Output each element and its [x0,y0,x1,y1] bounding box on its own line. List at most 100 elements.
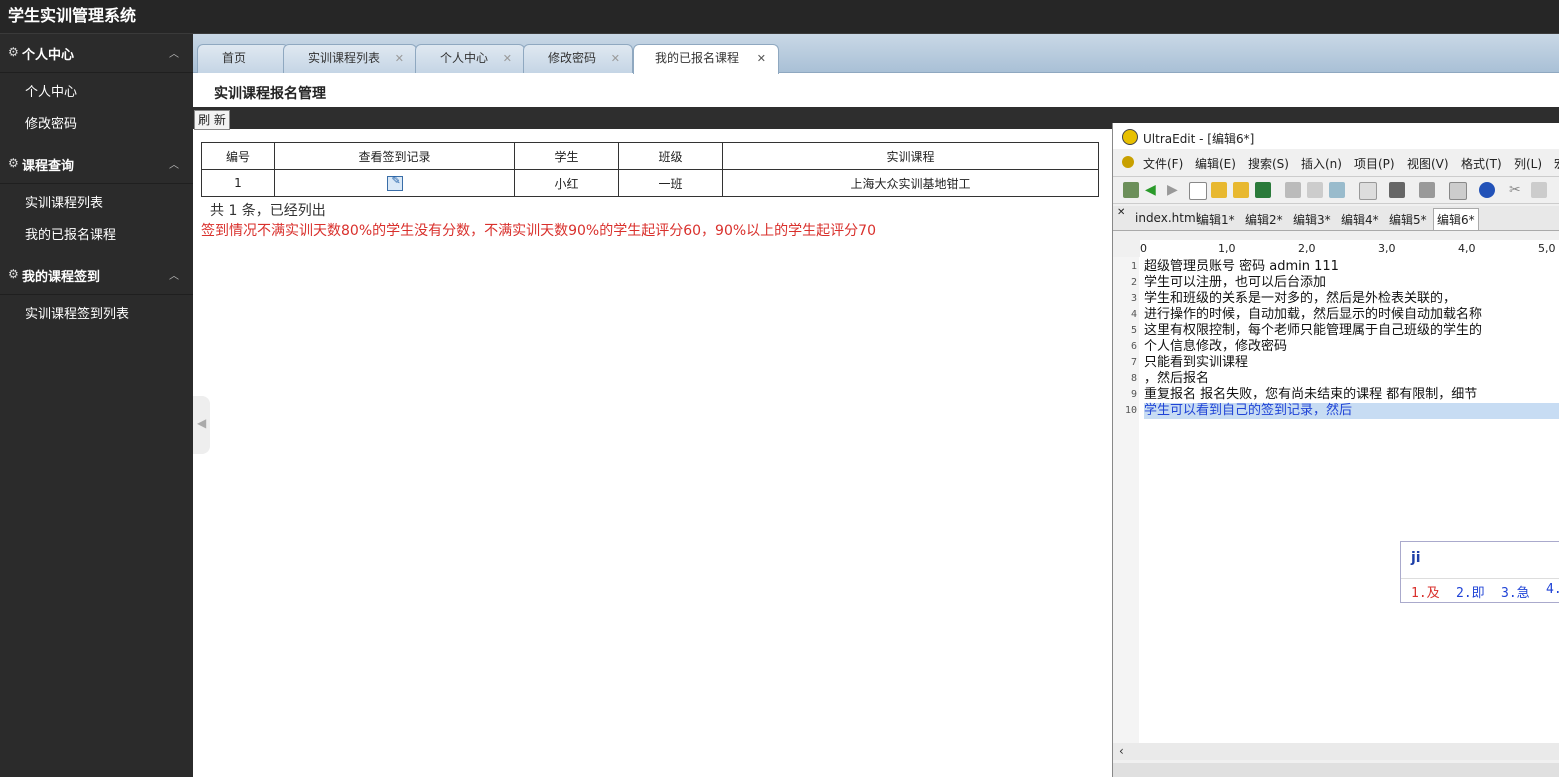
column-header[interactable]: 学生 [514,142,619,170]
cell-course: 上海大众实训基地钳工 [722,169,1099,197]
sidebar-item-checkin-list[interactable]: 实训课程签到列表 [0,299,193,331]
close-icon[interactable]: ✕ [1117,207,1125,218]
line-number: 9 [1130,389,1137,400]
horizontal-scrollbar[interactable]: ‹ [1113,743,1559,760]
sidebar-group-course-query: 实训课程列表 我的已报名课程 [0,184,193,256]
sidebar-section-course-query[interactable]: ⚙ 课程查询 ︿ [0,145,193,184]
sidebar-section-label: 我的课程签到 [22,270,101,285]
copy-icon[interactable] [1531,182,1547,198]
tab-home[interactable]: 首页 [197,44,289,73]
close-icon[interactable]: ✕ [395,45,404,72]
scoring-notice: 签到情况不满实训天数80%的学生没有分数，不满实训天数90%的学生起评分60，9… [201,223,876,239]
sidebar-item-course-list[interactable]: 实训课程列表 [0,188,193,220]
code-line[interactable]: 这里有权限控制，每个老师只能管理属于自己班级的学生的 [1144,323,1482,339]
menu-format[interactable]: 格式(T) [1461,155,1502,172]
menu-insert[interactable]: 插入(n) [1301,155,1342,172]
chevron-up-icon[interactable]: ︿ [169,156,179,171]
chevron-up-icon[interactable]: ︿ [169,45,179,60]
ime-candidate[interactable]: 4. [1546,582,1559,597]
menu-search[interactable]: 搜索(S) [1248,155,1289,172]
gear-icon: ⚙ [8,45,19,59]
cut-icon[interactable]: ✂ [1509,182,1525,198]
file-tab-active[interactable]: 编辑6* [1433,208,1479,230]
sidebar-item-change-password[interactable]: 修改密码 [0,109,193,141]
globe-icon[interactable] [1479,182,1495,198]
code-line[interactable]: 只能看到实训课程 [1144,355,1248,371]
code-line[interactable]: 进行操作的时候，自动加载，然后显示的时候自动加载名称 [1144,307,1482,323]
sidebar-section-checkin[interactable]: ⚙ 我的课程签到 ︿ [0,256,193,295]
back-icon[interactable]: ◀ [1145,182,1161,198]
code-line[interactable]: ，然后报名 [1144,371,1209,387]
spreadsheet-icon[interactable] [1329,182,1345,198]
open-folder-icon[interactable] [1211,182,1227,198]
menu-macro[interactable]: 宏 [1554,155,1559,172]
tab-my-enrolled[interactable]: 我的已报名课程 ✕ [633,44,779,74]
cell-student: 小红 [514,169,619,197]
sidebar-group-personal: 个人中心 修改密码 [0,73,193,145]
print-preview-icon[interactable] [1307,182,1323,198]
word-wrap-icon[interactable] [1389,182,1405,198]
enrollment-table: 编号 查看签到记录 学生 班级 实训课程 1 ✎ 小红 一班 上海大众实训基地钳… [201,142,1099,197]
scroll-left-icon[interactable]: ‹ [1119,744,1124,758]
editor-text-area[interactable]: 1 超级管理员账号 密码 admin 111 2 学生可以注册，也可以后台添加 3 学生和… [1113,257,1559,743]
tab-label: 修改密码 [548,51,597,65]
sidebar-item-personal-center[interactable]: 个人中心 [0,77,193,109]
code-line[interactable]: 学生可以看到自己的签到记录，然后 [1144,403,1559,419]
ime-candidate[interactable]: 1.及 [1411,582,1440,601]
close-icon[interactable]: ✕ [757,45,766,72]
line-number: 7 [1130,357,1137,368]
column-header[interactable]: 编号 [201,142,275,170]
ultraedit-window: UltraEdit - [编辑6*] 文件(F) 编辑(E) 搜索(S) 插入(… [1112,123,1559,777]
ruler-label: 4,0 [1458,242,1476,255]
line-number: 1 [1130,261,1137,272]
sidebar: ⚙ 个人中心 ︿ 个人中心 修改密码 ⚙ 课程查询 ︿ 实训课程列表 我的已报名… [0,34,193,777]
column-header[interactable]: 班级 [618,142,723,170]
file-tab[interactable]: 编辑1* [1197,211,1235,228]
menu-project[interactable]: 项目(P) [1354,155,1395,172]
file-tab[interactable]: 编辑4* [1341,211,1379,228]
open-recent-icon[interactable] [1233,182,1249,198]
forward-icon[interactable]: ▶ [1167,182,1183,198]
save-icon[interactable] [1255,182,1271,198]
column-header[interactable]: 实训课程 [722,142,1099,170]
file-tab[interactable]: index.html [1135,211,1199,225]
collapse-sidebar-handle[interactable]: ◀ [193,396,210,454]
app-title: 学生实训管理系统 [8,6,137,25]
ime-candidate[interactable]: 3.急 [1501,582,1530,601]
page-icon[interactable] [1449,182,1467,200]
sidebar-section-personal[interactable]: ⚙ 个人中心 ︿ [0,34,193,73]
close-icon[interactable]: ✕ [611,45,620,72]
file-tab[interactable]: 编辑3* [1293,211,1331,228]
ime-candidate[interactable]: 2.即 [1456,582,1485,601]
gear-icon: ⚙ [8,267,19,281]
file-tab[interactable]: 编辑2* [1245,211,1283,228]
refresh-button[interactable]: 刷 新 [194,110,230,130]
chevron-up-icon[interactable]: ︿ [169,267,179,282]
code-line[interactable]: 超级管理员账号 密码 admin 111 [1144,259,1339,275]
menu-file[interactable]: 文件(F) [1143,155,1183,172]
tab-label: 个人中心 [440,51,489,65]
menu-column[interactable]: 列(L) [1514,155,1542,172]
code-line[interactable]: 重复报名 报名失败，您有尚未结束的课程 都有限制，细节 [1144,387,1477,403]
record-summary: 共 1 条，已经列出 [210,203,326,219]
tab-course-list[interactable]: 实训课程列表 ✕ [283,44,417,73]
document-icon[interactable] [1359,182,1377,200]
file-tab[interactable]: 编辑5* [1389,211,1427,228]
code-line[interactable]: 学生和班级的关系是一对多的，然后是外检表关联的， [1144,291,1456,307]
tab-personal-center[interactable]: 个人中心 ✕ [415,44,525,73]
code-line[interactable]: 个人信息修改，修改密码 [1144,339,1287,355]
menu-view[interactable]: 视图(V) [1407,155,1449,172]
workspace-icon[interactable] [1123,182,1139,198]
print-icon[interactable] [1285,182,1301,198]
column-header[interactable]: 查看签到记录 [274,142,515,170]
sidebar-item-my-enrolled[interactable]: 我的已报名课程 [0,220,193,252]
edit-icon[interactable]: ✎ [386,174,403,191]
ime-composition: ji [1411,550,1421,566]
new-file-icon[interactable] [1189,182,1207,200]
code-line[interactable]: 学生可以注册，也可以后台添加 [1144,275,1326,291]
hex-mode-icon[interactable] [1419,182,1435,198]
tab-change-password[interactable]: 修改密码 ✕ [523,44,633,73]
menu-bar: 文件(F) 编辑(E) 搜索(S) 插入(n) 项目(P) 视图(V) 格式(T… [1113,152,1559,172]
menu-edit[interactable]: 编辑(E) [1195,155,1236,172]
close-icon[interactable]: ✕ [503,45,512,72]
